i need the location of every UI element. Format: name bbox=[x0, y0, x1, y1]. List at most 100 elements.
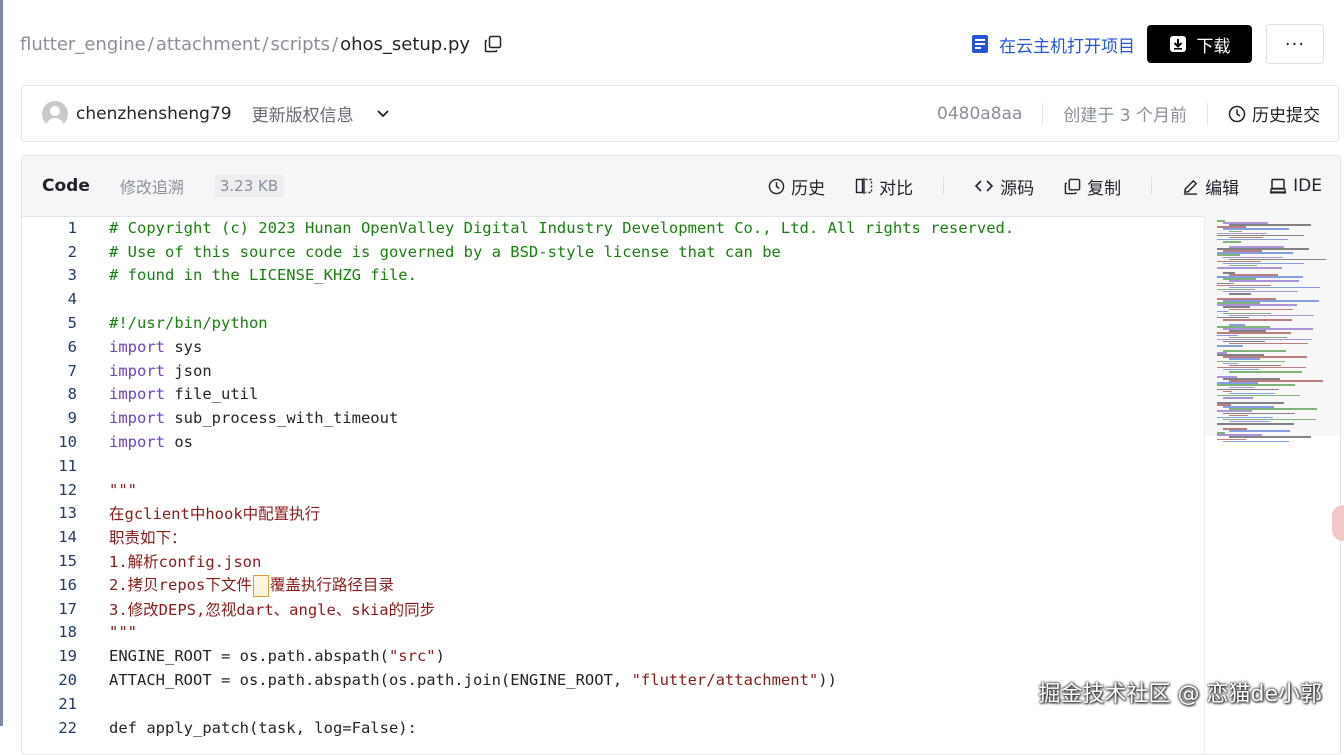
line-number[interactable]: 1 bbox=[22, 219, 77, 237]
code-token: """ bbox=[109, 623, 137, 642]
code-line: 22 def apply_patch(task, log=False): bbox=[22, 716, 1202, 740]
line-number[interactable]: 13 bbox=[22, 504, 77, 522]
line-number[interactable]: 15 bbox=[22, 552, 77, 570]
floating-side-button[interactable] bbox=[1332, 505, 1344, 541]
edit-button[interactable]: 编辑 bbox=[1182, 174, 1239, 199]
breadcrumb-item-attachment[interactable]: attachment bbox=[156, 34, 261, 55]
commit-hash[interactable]: 0480a8aa bbox=[937, 104, 1022, 124]
minimap-line bbox=[1217, 423, 1294, 425]
breadcrumb-separator: / bbox=[262, 33, 269, 55]
line-number[interactable]: 9 bbox=[22, 409, 77, 427]
line-number[interactable]: 2 bbox=[22, 243, 77, 261]
line-content: """ bbox=[109, 623, 137, 641]
line-content: import file_util bbox=[109, 385, 258, 403]
code-token: def apply_patch(task, log=False): bbox=[109, 718, 417, 737]
open-ide-button[interactable]: IDE bbox=[1269, 176, 1322, 196]
line-number[interactable]: 8 bbox=[22, 385, 77, 403]
line-content: # Use of this source code is governed by… bbox=[109, 243, 781, 261]
line-content: """ bbox=[109, 481, 137, 499]
history-commits-link[interactable]: 历史提交 bbox=[1228, 101, 1320, 126]
line-number[interactable]: 7 bbox=[22, 362, 77, 380]
line-number[interactable]: 3 bbox=[22, 266, 77, 284]
code-line: 6 import sys bbox=[22, 335, 1202, 359]
clock-icon bbox=[768, 178, 785, 194]
edit-label: 编辑 bbox=[1205, 178, 1240, 199]
line-content: 1.解析config.json bbox=[109, 550, 261, 572]
code-line: 5 #!/usr/bin/python bbox=[22, 311, 1202, 335]
avatar[interactable] bbox=[42, 100, 68, 127]
line-number[interactable]: 14 bbox=[22, 528, 77, 546]
line-content: 在gclient中hook中配置执行 bbox=[109, 502, 320, 524]
file-viewer: Code 修改追溯 3.23 KB 历史 对比 源码 复制 编辑 IDE 1 #… bbox=[21, 155, 1341, 755]
clock-icon bbox=[1228, 105, 1246, 122]
copy-label: 复制 bbox=[1087, 178, 1122, 199]
line-number[interactable]: 4 bbox=[22, 290, 77, 308]
code-line: 10 import os bbox=[22, 430, 1202, 454]
open-in-cloud-host-link[interactable]: 在云主机打开项目 bbox=[971, 32, 1135, 57]
string-token: "src" bbox=[388, 647, 436, 666]
line-content: 2.拷贝repos下文件 覆盖执行路径目录 bbox=[109, 573, 394, 597]
code-view[interactable]: 1 # Copyright (c) 2023 Hunan OpenValley D… bbox=[22, 216, 1202, 754]
tab-code[interactable]: Code bbox=[42, 176, 90, 196]
line-number[interactable]: 11 bbox=[22, 457, 77, 475]
minimap-line bbox=[1223, 350, 1286, 352]
compare-button[interactable]: 对比 bbox=[855, 174, 913, 199]
minimap-line bbox=[1217, 345, 1243, 347]
download-button[interactable]: 下载 bbox=[1147, 25, 1252, 63]
file-path-bar: flutter_engine / attachment / scripts / … bbox=[20, 22, 1324, 66]
line-number[interactable]: 5 bbox=[22, 314, 77, 332]
line-number[interactable]: 10 bbox=[22, 433, 77, 451]
breadcrumb-item-scripts[interactable]: scripts bbox=[270, 34, 330, 55]
more-options-button[interactable]: ··· bbox=[1266, 24, 1324, 64]
line-number[interactable]: 21 bbox=[22, 695, 77, 713]
minimap-line bbox=[1217, 267, 1282, 269]
tab-blame[interactable]: 修改追溯 bbox=[120, 174, 184, 198]
line-number[interactable]: 12 bbox=[22, 481, 77, 499]
code-line: 13 在gclient中hook中配置执行 bbox=[22, 502, 1202, 526]
chevron-down-icon[interactable] bbox=[376, 104, 390, 123]
comment-token: # Use of this source code is governed by… bbox=[109, 242, 781, 261]
ide-icon bbox=[1270, 178, 1287, 193]
code-token: ENGINE_ROOT = os.path.abspath( bbox=[109, 647, 389, 666]
breadcrumb-current-file: ohos_setup.py bbox=[340, 33, 471, 55]
code-token: 职责如下： bbox=[109, 529, 187, 548]
copy-path-icon[interactable] bbox=[484, 35, 502, 53]
code-line: 12 """ bbox=[22, 478, 1202, 502]
line-content: import os bbox=[109, 433, 193, 451]
line-number[interactable]: 16 bbox=[22, 576, 77, 594]
pencil-icon bbox=[1184, 179, 1198, 195]
docstring-token: 覆盖执行路径目录 bbox=[269, 576, 394, 595]
code-line: 20 ATTACH_ROOT = os.path.abspath(os.path.… bbox=[22, 668, 1202, 692]
breadcrumb-item-repo[interactable]: flutter_engine bbox=[20, 34, 146, 55]
breadcrumb: flutter_engine / attachment / scripts / … bbox=[20, 34, 502, 55]
divider bbox=[1042, 102, 1044, 125]
line-content: 职责如下： bbox=[109, 526, 187, 548]
line-number[interactable]: 18 bbox=[22, 623, 77, 641]
commit-meta: 0480a8aa 创建于 3 个月前 历史提交 bbox=[937, 86, 1320, 141]
compare-label: 对比 bbox=[879, 178, 914, 199]
copy-button[interactable]: 复制 bbox=[1064, 174, 1121, 199]
code-line: 14 职责如下： bbox=[22, 525, 1202, 549]
line-number[interactable]: 17 bbox=[22, 600, 77, 618]
breadcrumb-separator: / bbox=[332, 33, 339, 55]
open-in-cloud-label: 在云主机打开项目 bbox=[999, 36, 1135, 57]
minimap-line bbox=[1223, 241, 1241, 243]
line-content: # Copyright (c) 2023 Hunan OpenValley Di… bbox=[109, 219, 1014, 237]
code-token: ATTACH_ROOT = os.path.abspath(os.path.jo… bbox=[109, 671, 632, 690]
line-number[interactable]: 6 bbox=[22, 338, 77, 356]
minimap-line bbox=[1223, 319, 1292, 321]
line-number[interactable]: 22 bbox=[22, 719, 77, 737]
open-ide-label: IDE bbox=[1293, 176, 1322, 196]
line-content: def apply_patch(task, log=False): bbox=[109, 719, 417, 737]
code-minimap[interactable] bbox=[1204, 216, 1340, 754]
line-content: 3.修改DEPS,忽视dart、angle、skia的同步 bbox=[109, 598, 435, 620]
line-number[interactable]: 20 bbox=[22, 671, 77, 689]
view-source-button[interactable]: 源码 bbox=[974, 174, 1034, 199]
code-token: 在gclient中hook中配置执行 bbox=[109, 505, 321, 524]
commit-author[interactable]: chenzhensheng79 bbox=[76, 104, 232, 124]
minimap-line bbox=[1229, 280, 1299, 282]
commit-message[interactable]: 更新版权信息 bbox=[252, 101, 354, 126]
line-content: import sys bbox=[109, 338, 202, 356]
history-button[interactable]: 历史 bbox=[768, 174, 825, 199]
line-number[interactable]: 19 bbox=[22, 647, 77, 665]
